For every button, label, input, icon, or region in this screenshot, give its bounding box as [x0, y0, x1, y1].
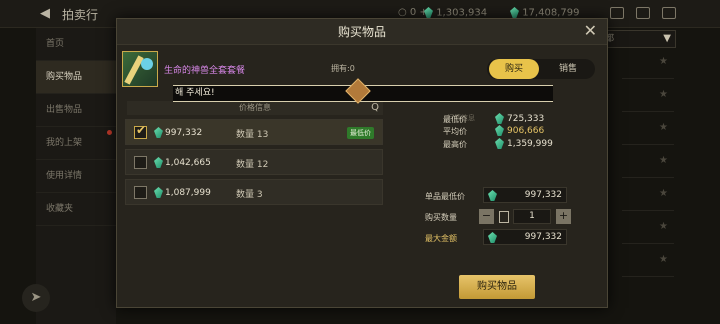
notification-dot	[107, 130, 112, 135]
search-icon[interactable]: Q	[371, 101, 379, 115]
unit-price-field: 997,332	[483, 187, 567, 203]
list-item: ★	[622, 145, 674, 178]
max-amount-label: 最大金额	[425, 234, 457, 243]
star-icon[interactable]: ★	[659, 122, 668, 133]
sidebar-item-home[interactable]: 首页	[36, 28, 116, 61]
list-item: ★	[622, 244, 674, 277]
star-icon[interactable]: ★	[659, 89, 668, 100]
row-price: 1,042,665	[154, 157, 211, 168]
list-item: ★	[622, 211, 674, 244]
row-price-value: 1,087,999	[165, 188, 211, 198]
row-price-value: 1,042,665	[165, 158, 211, 168]
row-price: 1,087,999	[154, 187, 211, 198]
gem-icon	[154, 127, 163, 138]
lowest-price-badge: 最低价	[347, 127, 374, 139]
gem-icon	[488, 232, 497, 243]
average-price-value: 906,666	[495, 125, 544, 136]
gem-icon	[154, 157, 163, 168]
close-icon[interactable]: ✕	[584, 21, 597, 40]
price-list-header: 价格信息 Q	[127, 101, 383, 115]
gem-icon	[510, 7, 519, 18]
chevron-down-icon: ▼	[663, 33, 671, 44]
sidebar-item-buy[interactable]: 购买物品	[36, 61, 116, 94]
increase-button[interactable]: +	[556, 209, 571, 224]
price-row[interactable]: 1,042,665 数量 12	[125, 149, 383, 175]
price-row[interactable]: 997,332 数量 13 最低价	[125, 119, 383, 145]
gem-value: 1,303,934	[436, 7, 488, 19]
gem2-amount: 17,408,799	[510, 7, 579, 19]
purchase-dialog: 购买物品 ✕ 生命的神兽全套套餐 拥有:0 购买 销售 价格信息 Q 997,33…	[116, 18, 608, 308]
star-icon[interactable]: ★	[659, 188, 668, 199]
gold-value: 0	[409, 7, 417, 18]
star-icon[interactable]: ★	[659, 254, 668, 265]
quantity-label: 购买数量	[425, 213, 457, 222]
row-qty: 数量 12	[236, 160, 269, 170]
gem-icon	[424, 7, 433, 18]
gem-icon	[495, 125, 504, 136]
decrease-button[interactable]: −	[479, 209, 494, 224]
highest-price-label: 最高价	[443, 140, 467, 149]
quantity-input[interactable]: 1	[513, 209, 551, 224]
lowest-price-label: 最低价	[443, 115, 467, 124]
dialog-title: 购买物品	[117, 19, 607, 45]
menu-icon[interactable]	[662, 7, 676, 19]
gem-icon	[495, 138, 504, 149]
item-icon	[122, 51, 158, 87]
row-checkbox[interactable]	[134, 156, 147, 169]
gem-icon	[488, 190, 497, 201]
list-header-label: 价格信息	[239, 103, 271, 112]
buy-item-button[interactable]: 购买物品	[459, 275, 535, 299]
gem-amount: 1,303,934	[424, 7, 487, 19]
gem2-value: 17,408,799	[522, 7, 580, 19]
quantity-stepper: − 1 +	[479, 209, 571, 225]
tab-buy[interactable]: 购买	[489, 59, 539, 79]
chest-icon[interactable]	[610, 7, 624, 19]
row-qty: 数量 13	[236, 130, 269, 140]
page-title: 拍卖行	[62, 8, 99, 22]
calculator-icon[interactable]	[499, 211, 509, 223]
row-price: 997,332	[154, 127, 202, 138]
send-icon[interactable]: ➤	[22, 284, 50, 312]
star-icon[interactable]: ★	[659, 221, 668, 232]
list-item: ★	[622, 178, 674, 211]
background-list: ★ ★ ★ ★ ★ ★ ★	[622, 46, 674, 277]
highest-price-value: 1,359,999	[495, 138, 553, 149]
row-checkbox[interactable]	[134, 186, 147, 199]
sidebar-item-sell[interactable]: 出售物品	[36, 94, 116, 127]
sidebar-item-favorites[interactable]: 收藏夹	[36, 193, 116, 226]
sidebar: 首页 购买物品 出售物品 我的上架 使用详情 收藏夹	[36, 28, 116, 324]
star-icon[interactable]: ★	[659, 155, 668, 166]
list-item: ★	[622, 79, 674, 112]
sidebar-item-my-listings[interactable]: 我的上架	[36, 127, 116, 160]
list-item: ★	[622, 46, 674, 79]
tab-sell[interactable]: 销售	[543, 59, 593, 79]
back-arrow-icon[interactable]: ◀	[40, 6, 50, 21]
average-price-label: 平均价	[443, 127, 467, 136]
max-amount-field: 997,332	[483, 229, 567, 245]
unit-price-label: 单品最低价	[425, 192, 465, 201]
row-price-value: 997,332	[165, 128, 203, 138]
owned-count: 拥有:0	[331, 64, 355, 73]
list-item: ★	[622, 112, 674, 145]
price-row[interactable]: 1,087,999 数量 3	[125, 179, 383, 205]
lowest-price-value: 725,333	[495, 113, 544, 124]
gem-icon	[154, 187, 163, 198]
gold-icon: ○	[398, 7, 407, 18]
row-qty: 数量 3	[236, 190, 263, 200]
mail-icon[interactable]	[636, 7, 650, 19]
buy-sell-tabs: 购买 销售	[487, 59, 595, 79]
sidebar-item-usage[interactable]: 使用详情	[36, 160, 116, 193]
gem-icon	[495, 113, 504, 124]
row-checkbox[interactable]	[134, 123, 147, 139]
star-icon[interactable]: ★	[659, 56, 668, 67]
item-name: 生命的神兽全套套餐	[164, 66, 246, 76]
